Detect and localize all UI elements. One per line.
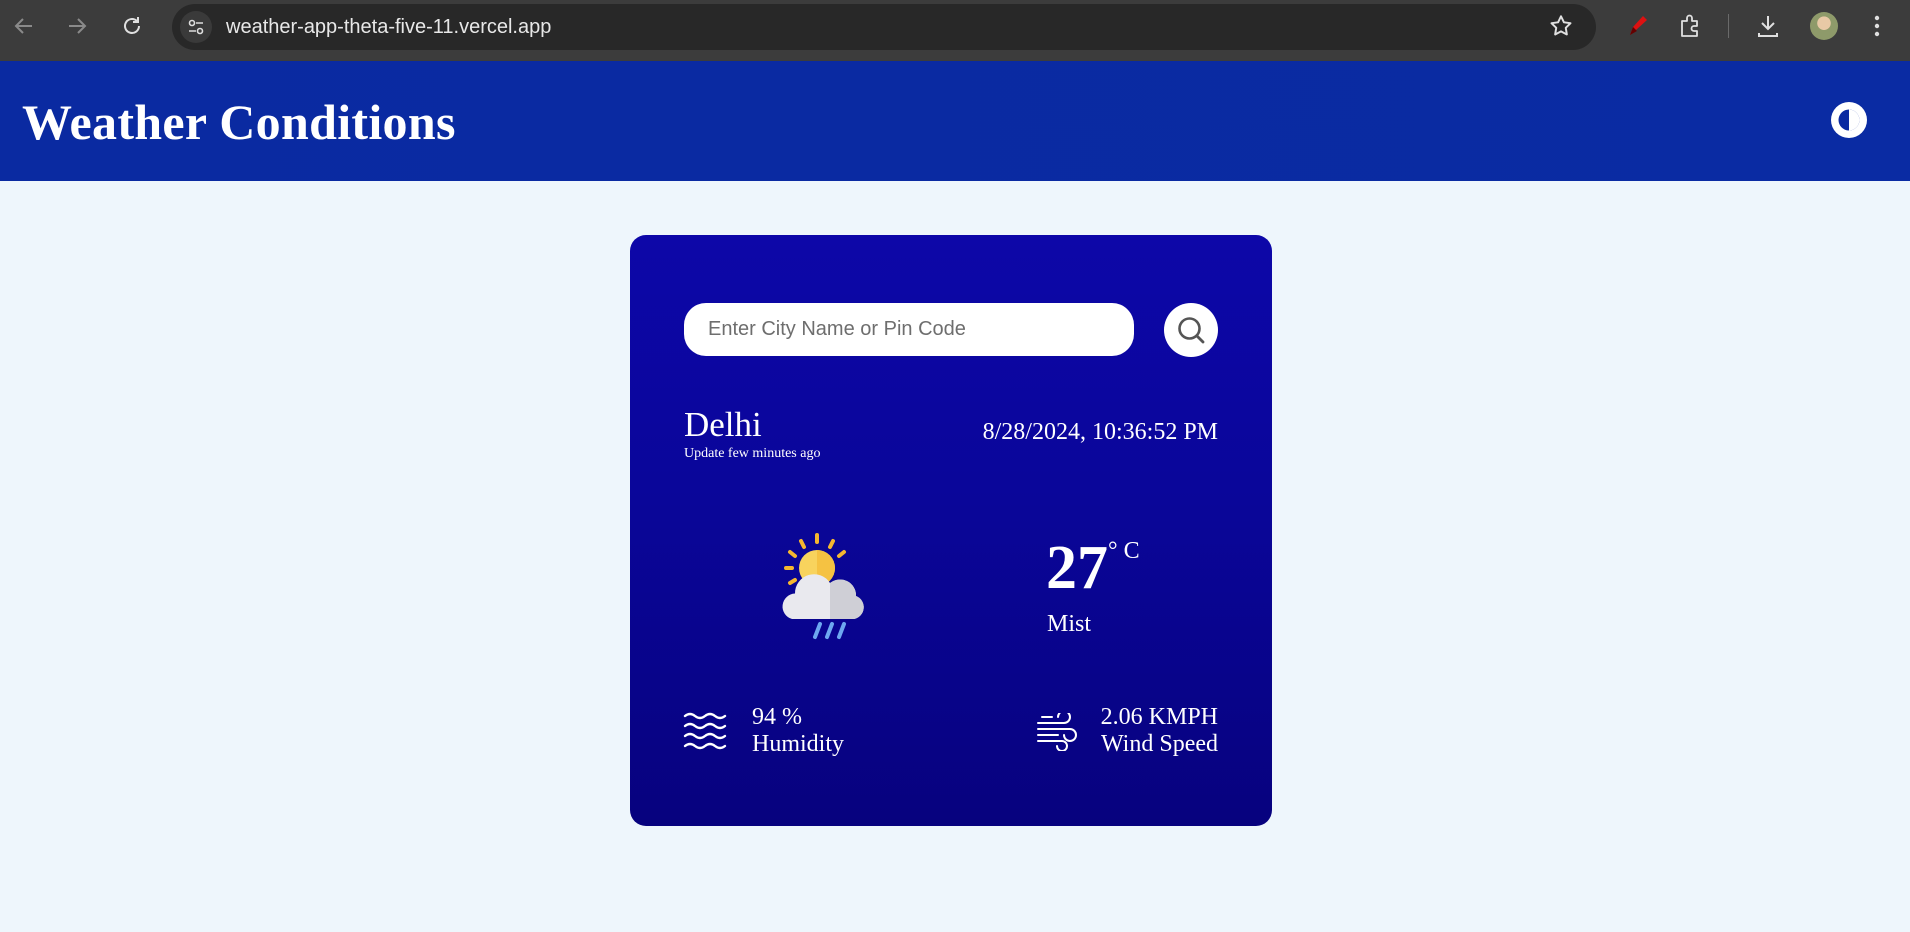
bookmark-star-icon[interactable] <box>1548 13 1574 44</box>
site-info-icon[interactable] <box>180 11 212 43</box>
search-button[interactable] <box>1164 303 1218 357</box>
theme-toggle-icon[interactable] <box>1830 101 1868 139</box>
forward-icon[interactable] <box>60 9 94 43</box>
humidity-waves-icon <box>682 711 730 753</box>
toolbar-divider <box>1728 14 1729 38</box>
address-bar[interactable]: weather-app-theta-five-11.vercel.app <box>172 4 1596 50</box>
url-text[interactable]: weather-app-theta-five-11.vercel.app <box>226 16 551 39</box>
humidity-label: Humidity <box>752 731 845 757</box>
browser-chrome: weather-app-theta-five-11.vercel.app <box>0 0 1910 61</box>
more-menu-icon[interactable] <box>1860 9 1894 43</box>
extensions-puzzle-icon[interactable] <box>1673 9 1707 43</box>
search-icon <box>1178 317 1205 344</box>
browser-toolbar: weather-app-theta-five-11.vercel.app <box>0 0 1910 52</box>
profile-avatar[interactable] <box>1810 12 1838 40</box>
date-time: 8/28/2024, 10:36:52 PM <box>982 419 1218 445</box>
back-icon[interactable] <box>7 9 41 43</box>
weather-card: Delhi Update few minutes ago 8/28/2024, … <box>630 235 1272 826</box>
partly-cloudy-rain-icon <box>772 531 882 641</box>
wind-icon <box>1036 710 1078 752</box>
temperature-unit: ° C <box>1108 538 1140 564</box>
temperature-value: 27 <box>1046 534 1108 602</box>
download-icon[interactable] <box>1751 9 1785 43</box>
update-status: Update few minutes ago <box>684 446 821 461</box>
wind-speed-value: 2.06 KMPH <box>1100 704 1218 730</box>
weather-condition: Mist <box>1047 611 1092 637</box>
reload-icon[interactable] <box>115 9 149 43</box>
humidity-value: 94 % <box>752 704 802 730</box>
city-name: Delhi <box>684 405 762 444</box>
search-input[interactable] <box>684 303 1134 356</box>
app-header: Weather Conditions <box>0 61 1910 181</box>
wind-speed-label: Wind Speed <box>1100 731 1218 757</box>
page-title: Weather Conditions <box>22 94 456 150</box>
extension-pen-icon[interactable] <box>1620 9 1654 43</box>
